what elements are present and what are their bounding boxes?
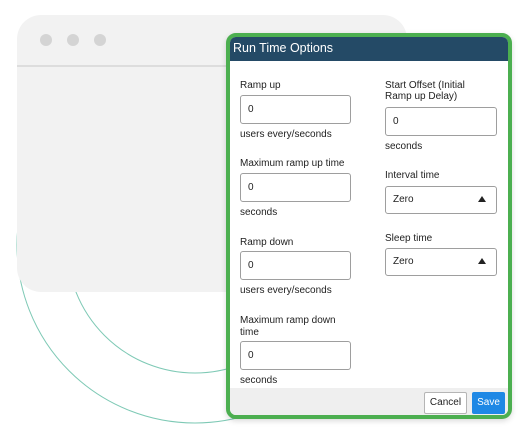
dialog-footer: Cancel Save: [230, 388, 508, 415]
cancel-button[interactable]: Cancel: [424, 392, 467, 414]
max-ramp-down-time-label: Maximum ramp down: [240, 315, 336, 326]
max-ramp-up-time-label: Maximum ramp up time: [240, 158, 345, 169]
window-dot-icon: [94, 34, 106, 46]
sleep-time-select[interactable]: Zero: [385, 248, 497, 276]
start-offset-unit: seconds: [385, 141, 423, 152]
caret-up-icon: [478, 258, 486, 264]
max-ramp-down-time-label-cont: time: [240, 327, 259, 338]
interval-time-value: Zero: [393, 194, 414, 205]
start-offset-input[interactable]: 0: [385, 107, 497, 136]
window-dot-icon: [40, 34, 52, 46]
interval-time-select[interactable]: Zero: [385, 186, 497, 214]
ramp-up-unit: users every/seconds: [240, 129, 332, 140]
save-button[interactable]: Save: [472, 392, 505, 414]
run-time-options-dialog: Run Time Options Ramp up 0 users every/s…: [226, 33, 512, 419]
window-dot-icon: [67, 34, 79, 46]
ramp-down-unit: users every/seconds: [240, 285, 332, 296]
interval-time-label: Interval time: [385, 170, 440, 181]
dialog-header: Run Time Options: [230, 37, 508, 61]
ramp-up-input[interactable]: 0: [240, 95, 351, 124]
sleep-time-label: Sleep time: [385, 233, 433, 244]
dialog-title: Run Time Options: [233, 41, 334, 55]
stage: Run Time Options Ramp up 0 users every/s…: [0, 0, 525, 431]
max-ramp-down-time-input[interactable]: 0: [240, 341, 351, 370]
caret-up-icon: [478, 196, 486, 202]
ramp-up-label: Ramp up: [240, 80, 281, 91]
sleep-time-value: Zero: [393, 256, 414, 267]
start-offset-label-cont: Ramp up Delay): [385, 91, 458, 102]
ramp-down-input[interactable]: 0: [240, 251, 351, 280]
max-ramp-up-time-input[interactable]: 0: [240, 173, 351, 202]
max-ramp-up-time-unit: seconds: [240, 207, 278, 218]
max-ramp-down-time-unit: seconds: [240, 375, 278, 386]
ramp-down-label: Ramp down: [240, 237, 294, 248]
